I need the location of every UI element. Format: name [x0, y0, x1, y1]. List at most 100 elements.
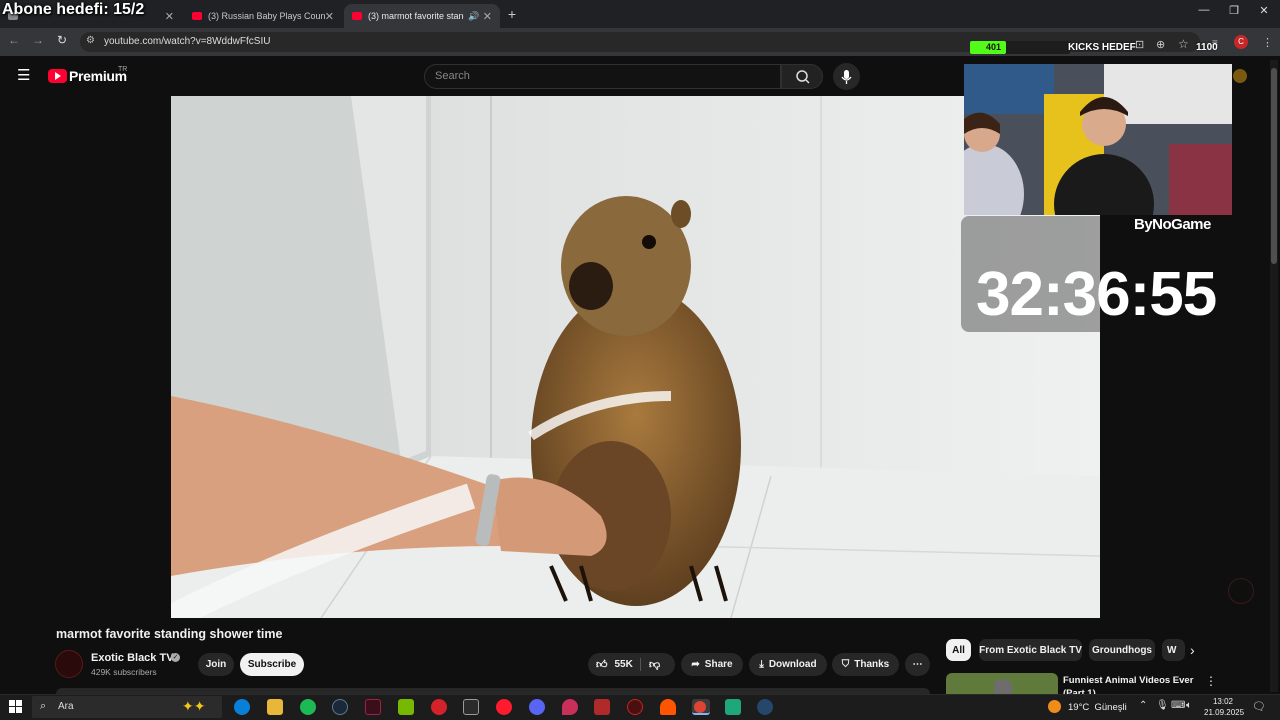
subscribe-label: Subscribe — [247, 659, 297, 670]
video-frame-marmot — [171, 96, 1100, 618]
file-explorer-icon[interactable] — [267, 699, 283, 715]
new-tab-button[interactable]: + — [504, 6, 520, 22]
site-info-icon[interactable]: ⚙ — [86, 35, 95, 46]
audio-playing-icon[interactable]: 🔊 — [468, 11, 479, 22]
location-pin-icon[interactable] — [562, 699, 578, 715]
search-icon — [796, 70, 810, 84]
browser-tab-3[interactable]: (3) marmot favorite standin 🔊 ✕ — [344, 4, 500, 28]
profile-avatar[interactable]: C — [1234, 35, 1248, 49]
search-highlight-icon: ✦✦ — [182, 698, 206, 714]
minimize-button[interactable]: — — [1189, 4, 1219, 22]
subscriber-count: 429K subscribers — [91, 667, 157, 677]
steam-icon[interactable] — [332, 699, 348, 715]
tab-label: (3) Russian Baby Plays Counter — [208, 11, 325, 21]
brand-logo-text: ByNoGame — [1134, 216, 1211, 233]
close-tab-icon[interactable]: ✕ — [325, 10, 334, 23]
app-circle-icon[interactable] — [627, 699, 643, 715]
opera-icon[interactable] — [496, 699, 512, 715]
share-button[interactable]: ➦ Share — [681, 653, 743, 676]
chip-from-channel[interactable]: From Exotic Black TV — [979, 639, 1082, 661]
tab-label: (3) marmot favorite standin — [368, 11, 464, 21]
browser-menu-icon[interactable]: ⋮ — [1262, 36, 1273, 49]
kicks-max: 1100 — [1196, 42, 1218, 53]
search-button[interactable] — [781, 64, 823, 89]
voice-search-button[interactable] — [833, 63, 860, 90]
join-button[interactable]: Join — [198, 653, 234, 676]
more-actions-button[interactable]: ⋯ — [905, 653, 930, 676]
close-tab-icon[interactable]: ✕ — [483, 10, 492, 23]
search-input[interactable]: Search — [424, 64, 781, 89]
maximize-button[interactable]: ❐ — [1219, 4, 1249, 22]
back-icon[interactable]: ← — [6, 33, 22, 47]
nvidia-icon[interactable] — [398, 699, 414, 715]
app-tool-icon[interactable] — [463, 699, 479, 715]
scrollbar-thumb[interactable] — [1271, 68, 1277, 264]
app-red-icon[interactable] — [431, 699, 447, 715]
steam-2-icon[interactable] — [757, 699, 773, 715]
kicks-count: 401 — [986, 42, 1002, 52]
video-player[interactable] — [171, 96, 1100, 618]
close-tab-icon[interactable]: ✕ — [165, 10, 174, 23]
youtube-logo-icon[interactable] — [48, 69, 67, 83]
recommendation-menu-icon[interactable]: ⋮ — [1205, 674, 1217, 688]
thanks-button[interactable]: ⛉ Thanks — [832, 653, 899, 676]
chip-groundhogs[interactable]: Groundhogs — [1089, 639, 1155, 661]
like-count: 55K — [614, 659, 633, 670]
translate-icon[interactable]: ⊕ — [1156, 38, 1165, 51]
notification-icon[interactable]: 🗨︎ — [1252, 700, 1266, 713]
region-code: TR — [118, 66, 128, 73]
chip-all[interactable]: All — [946, 639, 971, 661]
bookmark-star-icon[interactable]: ☆ — [1178, 37, 1189, 51]
more-horizontal-icon: ⋯ — [912, 659, 923, 670]
download-icon: ⤓ — [759, 659, 764, 670]
subscribe-button[interactable]: Subscribe — [240, 653, 304, 676]
chip-truncated[interactable]: W — [1162, 639, 1185, 661]
edge-icon[interactable] — [234, 699, 250, 715]
recommendation-title[interactable]: Funniest Animal Videos Ever (Part 1) — [1063, 674, 1198, 694]
kicks-label: KICKS HEDEF — [1068, 42, 1136, 53]
browser-tab-2[interactable]: (3) Russian Baby Plays Counter ✕ — [184, 4, 342, 28]
valorant-icon[interactable] — [365, 699, 381, 715]
forward-icon[interactable]: → — [30, 33, 46, 47]
webcam-feed — [964, 64, 1232, 215]
channel-avatar[interactable] — [55, 650, 83, 678]
hamburger-menu-icon[interactable]: ☰ — [17, 68, 31, 83]
tray-overflow-icon[interactable]: ⌃ — [1139, 700, 1147, 711]
chip-next-icon[interactable]: › — [1190, 642, 1195, 658]
kicks-goal-bar: 401 — [970, 41, 1070, 54]
app-green-icon[interactable] — [725, 699, 741, 715]
page-scrollbar[interactable] — [1270, 60, 1278, 692]
thumbs-down-icon[interactable]: 👎︎ — [649, 658, 660, 671]
microphone-icon — [841, 70, 852, 84]
volume-icon[interactable]: 🔈︎ — [1186, 700, 1192, 711]
verified-badge-icon: ✓ — [171, 653, 180, 662]
share-icon: ➦ — [691, 659, 700, 670]
recommendation-thumbnail[interactable] — [946, 673, 1058, 694]
discord-icon[interactable] — [529, 699, 545, 715]
voicemeeter-icon[interactable] — [594, 699, 610, 715]
clock-date: 21.09.2025 — [1204, 708, 1245, 717]
network-icon[interactable]: ⌨ — [1171, 700, 1185, 711]
share-label: Share — [704, 659, 733, 670]
spotify-icon[interactable] — [300, 699, 316, 715]
extension-icon[interactable]: ⊡ — [1135, 38, 1144, 51]
watermark-icon — [1228, 578, 1254, 604]
account-avatar[interactable] — [1233, 69, 1247, 83]
channel-name[interactable]: Exotic Black TV — [91, 652, 174, 664]
soundcloud-icon[interactable] — [660, 699, 676, 715]
weather-text[interactable]: 19°C Güneşli — [1068, 702, 1127, 713]
join-label: Join — [205, 659, 227, 670]
like-dislike-group[interactable]: 👍︎ 55K 👎︎ — [588, 653, 675, 676]
download-button[interactable]: ⤓ Download — [749, 653, 827, 676]
taskbar-search[interactable]: ⌕ Ara ✦✦ — [32, 696, 222, 718]
chrome-active-icon[interactable] — [692, 699, 710, 715]
microphone-tray-icon[interactable]: 🎙︎ — [1156, 700, 1169, 711]
windows-start-icon[interactable] — [9, 700, 23, 714]
close-window-button[interactable]: ✕ — [1249, 4, 1279, 22]
system-clock[interactable]: 13:02 21.09.2025 — [1204, 696, 1245, 718]
thumbs-up-icon[interactable]: 👍︎ — [596, 658, 608, 671]
url-text: youtube.com/watch?v=8WddwFfcSIU — [104, 36, 271, 47]
weather-sun-icon[interactable] — [1048, 700, 1061, 713]
reload-icon[interactable]: ↻ — [54, 33, 70, 47]
download-label: Download — [768, 659, 817, 670]
